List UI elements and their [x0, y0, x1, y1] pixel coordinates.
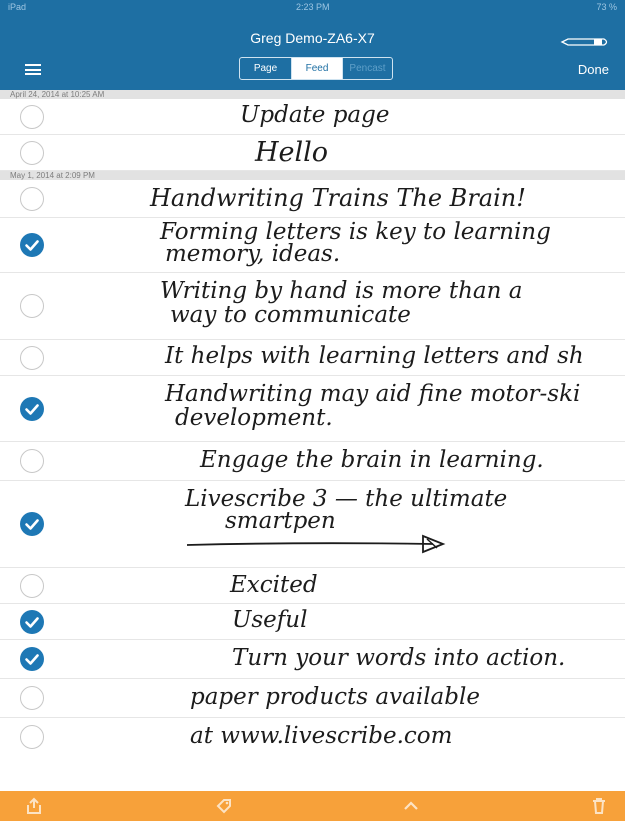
- smartpen-icon[interactable]: [560, 36, 610, 48]
- handwriting-text: development.: [175, 405, 333, 431]
- feed-item[interactable]: Hello: [0, 135, 625, 171]
- feed-item[interactable]: Useful: [0, 604, 625, 640]
- handwriting-text: Handwriting may aid fine motor-ski: [165, 381, 581, 407]
- feed-item[interactable]: Excited: [0, 568, 625, 604]
- handwriting-text: It helps with learning letters and sh: [165, 343, 584, 369]
- segment-pencast[interactable]: Pencast: [343, 58, 392, 79]
- feed-item[interactable]: Livescribe 3 — the ultimate smartpen: [0, 481, 625, 568]
- checkbox-unchecked[interactable]: [20, 105, 44, 129]
- share-icon[interactable]: [25, 797, 43, 815]
- feed-item[interactable]: Engage the brain in learning.: [0, 442, 625, 481]
- view-segmented-control: Page Feed Pencast: [239, 57, 393, 80]
- chevron-up-icon[interactable]: [402, 797, 420, 815]
- handwriting-text: Excited: [230, 572, 318, 598]
- trash-icon[interactable]: [590, 797, 608, 815]
- feed-item[interactable]: Update page: [0, 99, 625, 135]
- checkbox-unchecked[interactable]: [20, 294, 44, 318]
- feed-list: April 24, 2014 at 10:25 AM Update page H…: [0, 90, 625, 756]
- feed-item[interactable]: Handwriting may aid fine motor-ski devel…: [0, 376, 625, 442]
- segment-feed[interactable]: Feed: [292, 58, 343, 79]
- handwriting-text: paper products available: [190, 684, 480, 710]
- checkbox-checked[interactable]: [20, 233, 44, 257]
- carrier-label: iPad: [8, 2, 27, 12]
- checkbox-unchecked[interactable]: [20, 141, 44, 165]
- page-title: Greg Demo-ZA6-X7: [250, 30, 375, 46]
- feed-item[interactable]: Forming letters is key to learning memor…: [0, 218, 625, 273]
- feed-item[interactable]: Handwriting Trains The Brain!: [0, 180, 625, 218]
- handwriting-text: at www.livescribe.com: [190, 723, 453, 749]
- feed-item[interactable]: It helps with learning letters and sh: [0, 340, 625, 376]
- battery-label: 73 %: [596, 2, 617, 12]
- checkbox-checked[interactable]: [20, 647, 44, 671]
- checkbox-checked[interactable]: [20, 610, 44, 634]
- nav-bar: Greg Demo-ZA6-X7 Page Feed Pencast Done: [0, 14, 625, 90]
- segment-page[interactable]: Page: [240, 58, 292, 79]
- handwriting-text: Handwriting Trains The Brain!: [150, 184, 526, 212]
- status-time: 2:23 PM: [296, 2, 330, 12]
- section-header: May 1, 2014 at 2:09 PM: [0, 171, 625, 180]
- handwriting-text: Update page: [240, 102, 390, 128]
- checkbox-unchecked[interactable]: [20, 574, 44, 598]
- handwriting-text: Turn your words into action.: [232, 645, 566, 671]
- handwriting-text: way to communicate: [170, 302, 411, 328]
- checkbox-unchecked[interactable]: [20, 449, 44, 473]
- checkbox-unchecked[interactable]: [20, 187, 44, 211]
- done-button[interactable]: Done: [578, 62, 609, 77]
- handwriting-text: Engage the brain in learning.: [200, 447, 544, 473]
- checkbox-checked[interactable]: [20, 512, 44, 536]
- checkbox-unchecked[interactable]: [20, 686, 44, 710]
- bottom-toolbar: [0, 791, 625, 821]
- feed-item[interactable]: Writing by hand is more than a way to co…: [0, 273, 625, 340]
- feed-item[interactable]: paper products available: [0, 679, 625, 718]
- handwriting-text: smartpen: [225, 508, 336, 534]
- handwriting-text: Useful: [232, 607, 308, 633]
- menu-icon[interactable]: [25, 64, 41, 75]
- handwriting-text: Hello: [255, 137, 329, 168]
- tag-icon[interactable]: [215, 797, 233, 815]
- feed-item[interactable]: Turn your words into action.: [0, 640, 625, 679]
- checkbox-unchecked[interactable]: [20, 346, 44, 370]
- feed-item[interactable]: at www.livescribe.com: [0, 718, 625, 756]
- handwriting-text: memory, ideas.: [165, 241, 341, 267]
- checkbox-unchecked[interactable]: [20, 725, 44, 749]
- checkbox-checked[interactable]: [20, 397, 44, 421]
- section-header: April 24, 2014 at 10:25 AM: [0, 90, 625, 99]
- handwriting-text: Writing by hand is more than a: [160, 278, 523, 304]
- arrow-drawing: [186, 534, 446, 554]
- status-bar: iPad 2:23 PM 73 %: [0, 0, 625, 14]
